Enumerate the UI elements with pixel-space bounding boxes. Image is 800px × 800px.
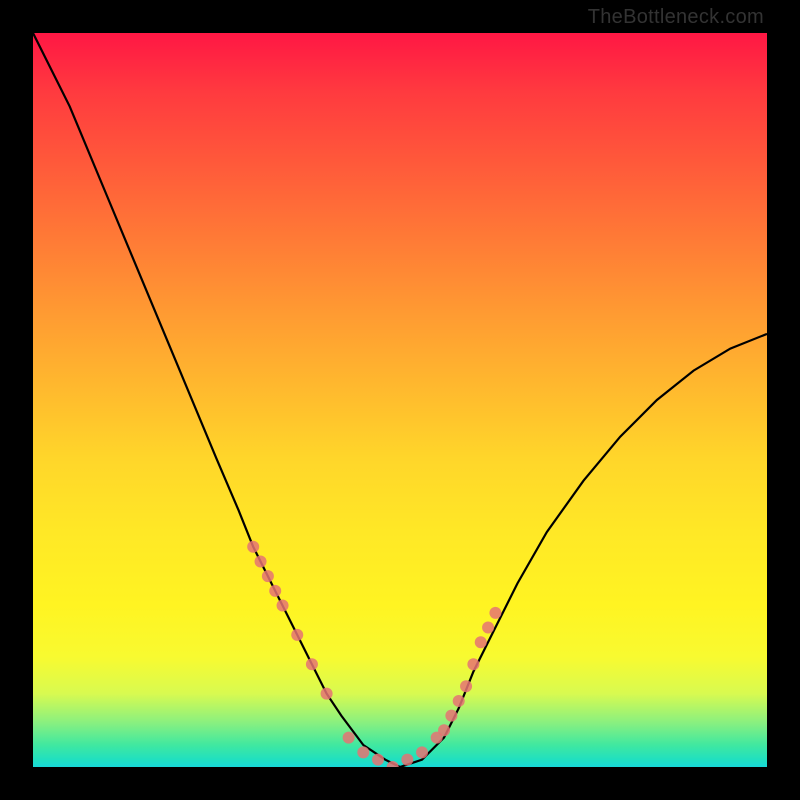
data-point — [291, 629, 303, 641]
data-point — [247, 541, 259, 553]
data-point — [357, 746, 369, 758]
plot-area — [33, 33, 767, 767]
data-point — [372, 754, 384, 766]
data-point — [482, 622, 494, 634]
watermark-text: TheBottleneck.com — [588, 6, 764, 29]
data-point — [489, 607, 501, 619]
data-point — [262, 570, 274, 582]
data-point — [269, 585, 281, 597]
data-point — [343, 732, 355, 744]
data-point — [401, 754, 413, 766]
data-point — [321, 688, 333, 700]
data-point — [475, 636, 487, 648]
chart-frame: TheBottleneck.com — [0, 0, 800, 800]
data-point — [460, 680, 472, 692]
data-point — [255, 555, 267, 567]
data-point — [453, 695, 465, 707]
data-point — [445, 710, 457, 722]
data-point — [467, 658, 479, 670]
data-point — [306, 658, 318, 670]
data-point — [438, 724, 450, 736]
bottleneck-curve — [33, 33, 767, 767]
data-point — [416, 746, 428, 758]
data-point — [277, 600, 289, 612]
